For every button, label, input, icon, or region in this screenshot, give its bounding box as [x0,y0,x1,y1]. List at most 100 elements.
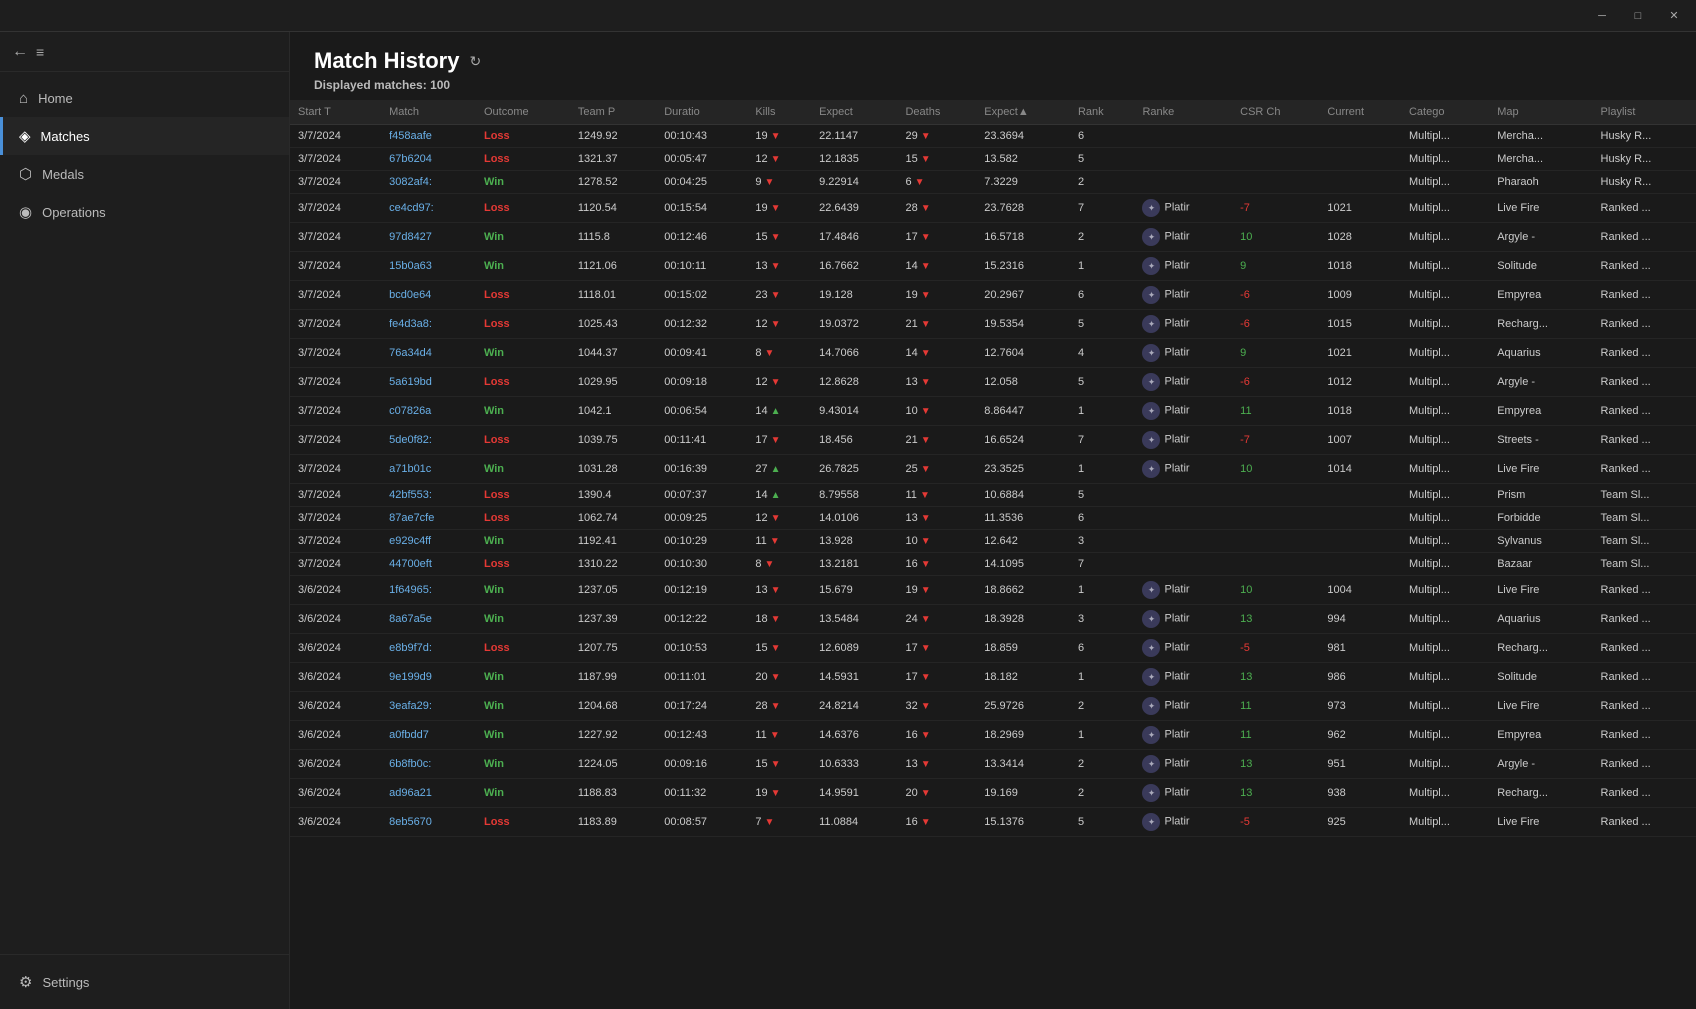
table-row[interactable]: 3/6/2024 8a67a5e Win 1237.39 00:12:22 18… [290,605,1696,634]
kills-cell: 11 ▼ [747,530,811,553]
table-row[interactable]: 3/7/2024 42bf553: Loss 1390.4 00:07:37 1… [290,484,1696,507]
expected-k-cell: 12.1835 [811,148,897,171]
table-row[interactable]: 3/6/2024 ad96a21 Win 1188.83 00:11:32 19… [290,779,1696,808]
refresh-button[interactable]: ↻ [469,53,481,70]
match-cell[interactable]: f458aafe [381,125,476,148]
table-container[interactable]: Start T Match Outcome Team P Duratio Kil… [290,100,1696,1009]
match-cell[interactable]: c07826a [381,397,476,426]
medals-icon: ⬡ [19,165,32,183]
playlist-cell: Ranked ... [1593,808,1696,837]
sidebar-item-medals[interactable]: ⬡ Medals [0,155,289,193]
sidebar-item-home[interactable]: ⌂ Home [0,80,289,117]
playlist-cell: Ranked ... [1593,663,1696,692]
rank-num-cell: 4 [1070,339,1135,368]
table-row[interactable]: 3/7/2024 f458aafe Loss 1249.92 00:10:43 … [290,125,1696,148]
table-row[interactable]: 3/7/2024 15b0a63 Win 1121.06 00:10:11 13… [290,252,1696,281]
match-cell[interactable]: ad96a21 [381,779,476,808]
sidebar-item-settings[interactable]: ⚙ Settings [0,963,289,1001]
table-row[interactable]: 3/7/2024 97d8427 Win 1115.8 00:12:46 15 … [290,223,1696,252]
table-row[interactable]: 3/7/2024 e929c4ff Win 1192.41 00:10:29 1… [290,530,1696,553]
rank-cell [1134,125,1232,148]
current-csr-cell [1319,125,1401,148]
table-row[interactable]: 3/7/2024 76a34d4 Win 1044.37 00:09:41 8 … [290,339,1696,368]
playlist-cell: Ranked ... [1593,339,1696,368]
match-cell[interactable]: a71b01c [381,455,476,484]
outcome-cell: Loss [476,553,570,576]
table-row[interactable]: 3/6/2024 6b8fb0c: Win 1224.05 00:09:16 1… [290,750,1696,779]
table-row[interactable]: 3/6/2024 e8b9f7d: Loss 1207.75 00:10:53 … [290,634,1696,663]
table-row[interactable]: 3/7/2024 5de0f82: Loss 1039.75 00:11:41 … [290,426,1696,455]
current-csr-cell: 1021 [1319,339,1401,368]
maximize-button[interactable]: □ [1624,6,1652,26]
team-cell: 1118.01 [570,281,656,310]
table-row[interactable]: 3/7/2024 fe4d3a8: Loss 1025.43 00:12:32 … [290,310,1696,339]
table-row[interactable]: 3/6/2024 3eafa29: Win 1204.68 00:17:24 2… [290,692,1696,721]
expected-k-cell: 24.8214 [811,692,897,721]
match-cell[interactable]: 3eafa29: [381,692,476,721]
current-csr-cell: 981 [1319,634,1401,663]
table-row[interactable]: 3/7/2024 67b6204 Loss 1321.37 00:05:47 1… [290,148,1696,171]
table-row[interactable]: 3/7/2024 44700eft Loss 1310.22 00:10:30 … [290,553,1696,576]
duration-cell: 00:11:01 [656,663,747,692]
match-cell[interactable]: bcd0e64 [381,281,476,310]
table-row[interactable]: 3/7/2024 5a619bd Loss 1029.95 00:09:18 1… [290,368,1696,397]
csr-change-cell: 13 [1232,663,1319,692]
match-cell[interactable]: e929c4ff [381,530,476,553]
match-cell[interactable]: 15b0a63 [381,252,476,281]
match-cell[interactable]: 9e199d9 [381,663,476,692]
match-cell[interactable]: a0fbdd7 [381,721,476,750]
match-cell[interactable]: e8b9f7d: [381,634,476,663]
match-cell[interactable]: 8a67a5e [381,605,476,634]
map-cell: Solitude [1489,252,1592,281]
match-cell[interactable]: 67b6204 [381,148,476,171]
expected-k-cell: 14.6376 [811,721,897,750]
rank-num-cell: 5 [1070,310,1135,339]
csr-change-cell: 9 [1232,252,1319,281]
duration-cell: 00:08:57 [656,808,747,837]
table-row[interactable]: 3/7/2024 ce4cd97: Loss 1120.54 00:15:54 … [290,194,1696,223]
outcome-cell: Win [476,530,570,553]
hamburger-icon[interactable]: ≡ [36,44,44,60]
table-row[interactable]: 3/7/2024 c07826a Win 1042.1 00:06:54 14 … [290,397,1696,426]
close-button[interactable]: ✕ [1660,6,1688,26]
expected-k-cell: 22.1147 [811,125,897,148]
match-cell[interactable]: 5de0f82: [381,426,476,455]
current-csr-cell [1319,484,1401,507]
table-row[interactable]: 3/7/2024 a71b01c Win 1031.28 00:16:39 27… [290,455,1696,484]
match-cell[interactable]: 8eb5670 [381,808,476,837]
table-row[interactable]: 3/7/2024 3082af4: Win 1278.52 00:04:25 9… [290,171,1696,194]
table-row[interactable]: 3/7/2024 bcd0e64 Loss 1118.01 00:15:02 2… [290,281,1696,310]
kills-cell: 11 ▼ [747,721,811,750]
back-button[interactable]: ← [12,43,28,61]
category-cell: Multipl... [1401,605,1489,634]
table-row[interactable]: 3/6/2024 1f64965: Win 1237.05 00:12:19 1… [290,576,1696,605]
match-cell[interactable]: 44700eft [381,553,476,576]
duration-cell: 00:12:19 [656,576,747,605]
match-cell[interactable]: 87ae7cfe [381,507,476,530]
match-cell[interactable]: 6b8fb0c: [381,750,476,779]
match-cell[interactable]: 1f64965: [381,576,476,605]
table-row[interactable]: 3/6/2024 9e199d9 Win 1187.99 00:11:01 20… [290,663,1696,692]
date-cell: 3/7/2024 [290,339,381,368]
team-cell: 1115.8 [570,223,656,252]
sidebar-item-operations[interactable]: ◉ Operations [0,193,289,231]
map-cell: Live Fire [1489,576,1592,605]
match-cell[interactable]: 97d8427 [381,223,476,252]
csr-change-cell: 13 [1232,779,1319,808]
kills-cell: 28 ▼ [747,692,811,721]
rank-num-cell: 1 [1070,663,1135,692]
table-row[interactable]: 3/6/2024 8eb5670 Loss 1183.89 00:08:57 7… [290,808,1696,837]
match-cell[interactable]: ce4cd97: [381,194,476,223]
match-cell[interactable]: fe4d3a8: [381,310,476,339]
minimize-button[interactable]: ─ [1588,6,1616,26]
match-cell[interactable]: 3082af4: [381,171,476,194]
category-cell: Multipl... [1401,368,1489,397]
table-row[interactable]: 3/7/2024 87ae7cfe Loss 1062.74 00:09:25 … [290,507,1696,530]
rank-num-cell: 6 [1070,281,1135,310]
match-cell[interactable]: 76a34d4 [381,339,476,368]
match-cell[interactable]: 5a619bd [381,368,476,397]
table-row[interactable]: 3/6/2024 a0fbdd7 Win 1227.92 00:12:43 11… [290,721,1696,750]
match-cell[interactable]: 42bf553: [381,484,476,507]
sidebar-item-matches[interactable]: ◈ Matches [0,117,289,155]
date-cell: 3/7/2024 [290,125,381,148]
